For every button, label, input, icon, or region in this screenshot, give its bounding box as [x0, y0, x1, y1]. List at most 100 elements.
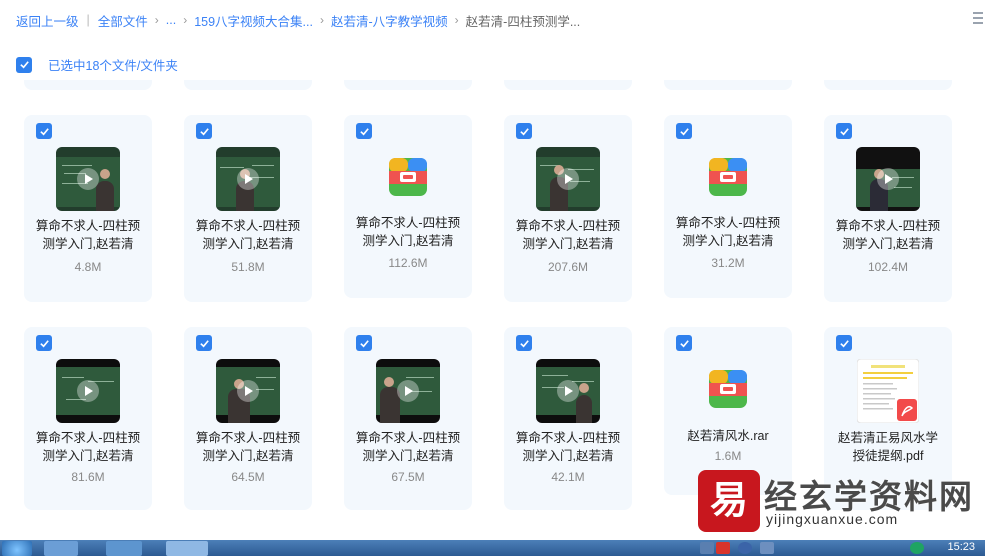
file-card[interactable]: 算命不求人-四柱预 测学入门,赵若清 81.6M — [24, 327, 152, 510]
file-name: 赵若清风水.rar — [687, 429, 769, 443]
file-size: 31.2M — [711, 256, 745, 270]
chevron-right-icon: › — [154, 13, 159, 27]
start-button[interactable] — [2, 541, 32, 556]
archive-icon — [709, 370, 747, 408]
file-name: 赵若清正易风水学 授徒提纲.pdf — [837, 431, 938, 463]
file-checkbox[interactable] — [356, 335, 372, 351]
file-checkbox[interactable] — [676, 335, 692, 351]
file-size: 1.6M — [714, 449, 742, 463]
file-checkbox[interactable] — [836, 123, 852, 139]
file-name: 算命不求人-四柱预 测学入门,赵若清 — [355, 431, 461, 463]
play-icon — [397, 380, 419, 402]
tray-icon[interactable] — [738, 542, 752, 554]
tray-icon[interactable] — [700, 542, 714, 554]
partial-card — [184, 80, 312, 90]
file-card[interactable]: 算命不求人-四柱预 测学入门,赵若清 31.2M — [664, 115, 792, 298]
select-all-checkbox[interactable] — [16, 56, 32, 73]
all-files-link[interactable]: 全部文件 — [98, 11, 148, 30]
video-thumbnail — [536, 359, 600, 423]
file-card[interactable]: 算命不求人-四柱预 测学入门,赵若清 207.6M — [504, 115, 632, 302]
taskbar-app-vscode[interactable] — [44, 541, 78, 556]
file-card[interactable]: 算命不求人-四柱预 测学入门,赵若清 64.5M — [184, 327, 312, 510]
breadcrumb: 返回上一级 | 全部文件 › ... › 159八字视频大合集... › 赵若清… — [16, 11, 580, 29]
breadcrumb-item-teaching[interactable]: 赵若清-八字教学视频 — [331, 11, 448, 30]
tray-icon[interactable] — [910, 542, 924, 554]
file-size: 51.8M — [231, 260, 265, 274]
file-name: 算命不求人-四柱预 测学入门,赵若清 — [355, 216, 461, 248]
file-card[interactable]: 算命不求人-四柱预 测学入门,赵若清 4.8M — [24, 115, 152, 302]
file-name: 算命不求人-四柱预 测学入门,赵若清 — [835, 219, 941, 251]
file-size: 207.6M — [547, 260, 589, 274]
list-view-icon[interactable] — [973, 12, 985, 26]
file-size: 102.4M — [867, 260, 909, 274]
video-thumbnail — [856, 147, 920, 211]
file-name: 算命不求人-四柱预 测学入门,赵若清 — [675, 216, 781, 248]
video-thumbnail — [376, 359, 440, 423]
file-name: 算命不求人-四柱预 测学入门,赵若清 — [515, 431, 621, 463]
pdf-file-icon — [857, 359, 919, 423]
partial-card — [664, 80, 792, 90]
file-card[interactable]: 算命不求人-四柱预 测学入门,赵若清 102.4M — [824, 115, 952, 302]
video-thumbnail — [56, 147, 120, 211]
play-icon — [877, 168, 899, 190]
taskbar-app-browser[interactable] — [106, 541, 142, 556]
file-checkbox[interactable] — [516, 123, 532, 139]
breadcrumb-item-collection[interactable]: 159八字视频大合集... — [194, 11, 313, 30]
play-icon — [237, 380, 259, 402]
video-thumbnail — [216, 147, 280, 211]
file-checkbox[interactable] — [516, 335, 532, 351]
file-checkbox[interactable] — [356, 123, 372, 139]
video-thumbnail — [216, 359, 280, 423]
taskbar-app-notepad[interactable] — [166, 541, 208, 556]
file-card[interactable]: 算命不求人-四柱预 测学入门,赵若清 51.8M — [184, 115, 312, 302]
file-size: 67.5M — [391, 470, 425, 484]
file-size: 112.6M — [388, 256, 428, 270]
partial-card — [824, 80, 952, 90]
selection-bar: 已选中18个文件/文件夹 — [16, 55, 178, 74]
file-name: 算命不求人-四柱预 测学入门,赵若清 — [35, 219, 141, 251]
selection-count: 已选中18个文件/文件夹 — [48, 59, 178, 73]
partial-card — [344, 80, 472, 90]
chevron-right-icon: › — [183, 13, 188, 27]
file-name: 算命不求人-四柱预 测学入门,赵若清 — [195, 219, 301, 251]
file-name: 算命不求人-四柱预 测学入门,赵若清 — [195, 431, 301, 463]
video-thumbnail — [536, 147, 600, 211]
watermark-url: yijingxuanxue.com — [766, 511, 899, 527]
taskbar-clock[interactable]: 15:23 — [947, 541, 975, 553]
taskbar: 15:23 — [0, 540, 985, 556]
play-icon — [237, 168, 259, 190]
tray-icon[interactable] — [716, 542, 730, 554]
file-checkbox[interactable] — [836, 335, 852, 351]
video-thumbnail — [56, 359, 120, 423]
file-checkbox[interactable] — [36, 123, 52, 139]
file-size: 4.8M — [74, 260, 102, 274]
play-icon — [77, 168, 99, 190]
ellipsis-link[interactable]: ... — [166, 13, 176, 27]
file-size: 42.1M — [551, 470, 585, 484]
archive-icon — [389, 158, 427, 196]
file-checkbox[interactable] — [36, 335, 52, 351]
play-icon — [557, 380, 579, 402]
watermark: 易 经玄学资料网 yijingxuanxue.com — [698, 470, 972, 532]
separator: | — [86, 13, 90, 27]
file-checkbox[interactable] — [676, 123, 692, 139]
chevron-right-icon: › — [454, 13, 459, 27]
partial-card — [24, 80, 152, 90]
file-checkbox[interactable] — [196, 335, 212, 351]
file-name: 算命不求人-四柱预 测学入门,赵若清 — [515, 219, 621, 251]
watermark-logo: 易 — [698, 470, 760, 532]
partial-card — [504, 80, 632, 90]
play-icon — [557, 168, 579, 190]
file-checkbox[interactable] — [196, 123, 212, 139]
file-card[interactable]: 算命不求人-四柱预 测学入门,赵若清 112.6M — [344, 115, 472, 298]
file-card[interactable]: 算命不求人-四柱预 测学入门,赵若清 42.1M — [504, 327, 632, 510]
file-card[interactable]: 算命不求人-四柱预 测学入门,赵若清 67.5M — [344, 327, 472, 510]
file-size: 81.6M — [71, 470, 105, 484]
breadcrumb-current: 赵若清-四柱预测学... — [465, 14, 581, 29]
tray-icon[interactable] — [760, 542, 774, 554]
play-icon — [77, 380, 99, 402]
back-link[interactable]: 返回上一级 — [16, 11, 79, 30]
file-name: 算命不求人-四柱预 测学入门,赵若清 — [35, 431, 141, 463]
archive-icon — [709, 158, 747, 196]
file-size: 64.5M — [231, 470, 265, 484]
